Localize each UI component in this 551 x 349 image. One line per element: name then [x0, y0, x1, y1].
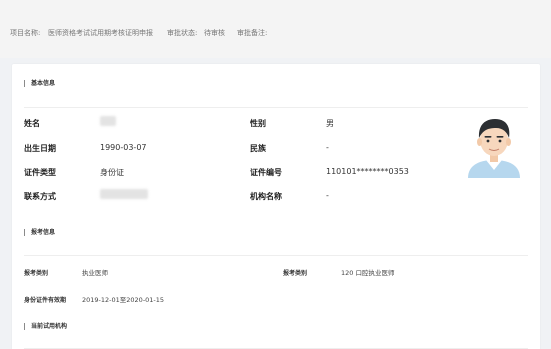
id-validity-value: 2019-12-01至2020-01-15	[82, 296, 165, 304]
birth-date-label: 出生日期	[24, 144, 56, 153]
birth-date-value: 1990-03-07	[100, 143, 147, 152]
person-avatar-icon	[468, 119, 520, 178]
approval-status-label: 审批状态:	[167, 29, 198, 37]
organization-label: 机构名称	[250, 192, 282, 201]
section-divider	[24, 107, 528, 108]
exam-type-value: 120 口腔执业医师	[341, 269, 395, 277]
gender-label: 性别	[250, 119, 266, 128]
approval-status-value: 待审核	[204, 29, 225, 37]
approval-summary-bar: 项目名称: 医师资格考试试用期考核证明申报 审批状态: 待审核 审批备注:	[0, 0, 551, 58]
ethnicity-label: 民族	[250, 144, 266, 153]
name-value-redacted	[100, 116, 116, 126]
id-type-label: 证件类型	[24, 168, 56, 177]
phone-label: 联系方式	[24, 192, 56, 201]
applicant-detail-card: 基本信息 姓名 性别 男 出生日期 1990-03-07 民族 - 证件类型 身…	[12, 64, 540, 349]
ethnicity-value: -	[326, 143, 329, 152]
phone-value-redacted	[100, 189, 148, 199]
id-type-value: 身份证	[100, 168, 124, 177]
exam-type-label: 报考类别	[283, 270, 308, 277]
section-divider	[24, 255, 528, 256]
section-title-trial-org: 当前试用机构	[24, 323, 67, 330]
id-number-label: 证件编号	[250, 168, 282, 177]
gender-value: 男	[326, 119, 334, 128]
id-validity-label: 身份证件有效期	[24, 297, 67, 304]
project-name-label: 项目名称:	[10, 29, 41, 37]
section-title-basic-info: 基本信息	[24, 80, 55, 87]
exam-category-label: 报考类别	[24, 270, 49, 277]
project-name-value: 医师资格考试试用期考核证明申报	[48, 29, 153, 37]
approval-remark-label: 审批备注:	[237, 29, 268, 37]
name-label: 姓名	[24, 119, 40, 128]
organization-value: -	[326, 191, 329, 200]
section-title-exam-info: 报考信息	[24, 229, 55, 236]
id-number-value: 110101********0353	[326, 167, 409, 176]
exam-category-value: 执业医师	[82, 269, 108, 277]
